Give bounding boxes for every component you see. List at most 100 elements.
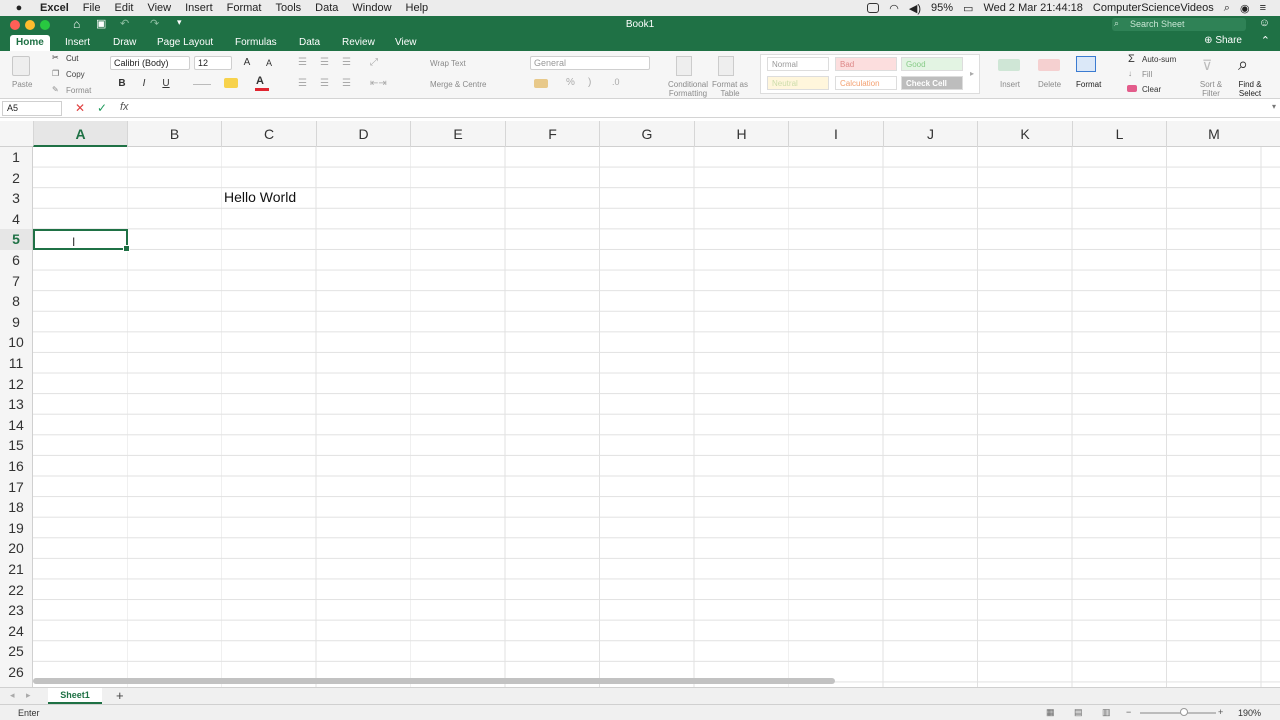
copy-icon[interactable]: ❐	[52, 69, 59, 78]
row-header[interactable]: 8	[0, 291, 32, 312]
next-sheet-icon[interactable]: ▸	[26, 690, 31, 701]
column-header-f[interactable]: F	[505, 121, 599, 147]
active-cell-a5[interactable]	[33, 229, 130, 252]
row-header[interactable]: 9	[0, 312, 32, 333]
column-header-b[interactable]: B	[127, 121, 221, 147]
style-neutral[interactable]: Neutral	[767, 76, 829, 90]
row-header[interactable]: 1	[0, 147, 32, 168]
tab-draw[interactable]: Draw	[107, 35, 142, 51]
column-header-a[interactable]: A	[33, 121, 127, 147]
insert-cells-button[interactable]: Insert	[1000, 80, 1020, 89]
sort-filter-button[interactable]: Sort & Filter	[1196, 80, 1226, 98]
number-format-dropdown[interactable]: General	[530, 56, 650, 70]
tab-page-layout[interactable]: Page Layout	[151, 35, 219, 51]
align-left-icon[interactable]: ☰	[298, 78, 307, 89]
merge-centre-button[interactable]: Merge & Centre	[430, 80, 486, 89]
column-header-g[interactable]: G	[599, 121, 694, 147]
row-header[interactable]: 4	[0, 209, 32, 230]
paste-icon[interactable]	[12, 56, 30, 76]
row-header[interactable]: 3	[0, 188, 32, 209]
row-header[interactable]: 14	[0, 415, 32, 436]
select-all-corner[interactable]	[0, 121, 33, 147]
format-cells-button[interactable]: Format	[1076, 80, 1101, 89]
cut-icon[interactable]: ✂	[52, 53, 59, 62]
decrease-font-button[interactable]: A	[262, 56, 276, 70]
tab-home[interactable]: Home	[10, 35, 50, 51]
volume-icon[interactable]: ◀)	[909, 2, 921, 15]
collapse-ribbon-icon[interactable]: ⌃	[1261, 34, 1270, 47]
fill-icon[interactable]: ↓	[1128, 69, 1132, 78]
menu-insert[interactable]: Insert	[185, 2, 213, 14]
copy-button[interactable]: Copy	[66, 70, 85, 79]
delete-cells-icon[interactable]	[1038, 59, 1060, 71]
sheet-tab-sheet1[interactable]: Sheet1	[48, 688, 102, 704]
add-sheet-button[interactable]: +	[116, 688, 124, 703]
confirm-entry-icon[interactable]: ✓	[97, 101, 107, 115]
column-header-j[interactable]: J	[883, 121, 977, 147]
row-header[interactable]: 18	[0, 497, 32, 518]
column-header-h[interactable]: H	[694, 121, 788, 147]
horizontal-scrollbar[interactable]	[33, 678, 835, 684]
share-button[interactable]: ⊕ Share	[1204, 35, 1242, 46]
row-header[interactable]: 26	[0, 662, 32, 683]
row-header[interactable]: 24	[0, 621, 32, 642]
conditional-formatting-button[interactable]: Conditional Formatting	[664, 80, 712, 98]
format-as-table-button[interactable]: Format as Table	[712, 80, 748, 98]
app-menu[interactable]: Excel	[40, 2, 69, 14]
conditional-formatting-icon[interactable]	[676, 56, 692, 76]
row-header[interactable]: 12	[0, 374, 32, 395]
column-header-c[interactable]: C	[221, 121, 316, 147]
indent-icon[interactable]: ⇤⇥	[370, 78, 387, 89]
format-table-icon[interactable]	[718, 56, 734, 76]
wifi-icon[interactable]: ◠	[889, 2, 899, 15]
font-color-icon[interactable]: A	[256, 75, 264, 87]
smiley-icon[interactable]: ☺	[1259, 17, 1270, 29]
fill-color-icon[interactable]	[224, 78, 238, 88]
zoom-in-icon[interactable]: +	[1218, 707, 1223, 717]
row-header[interactable]: 15	[0, 435, 32, 456]
orientation-icon[interactable]: ⤢	[370, 57, 378, 68]
page-layout-view-icon[interactable]: ▤	[1074, 707, 1083, 718]
format-painter-icon[interactable]: ✎	[52, 85, 59, 94]
align-top-icon[interactable]: ☰	[298, 57, 307, 68]
style-good[interactable]: Good	[901, 57, 963, 71]
row-header[interactable]: 25	[0, 641, 32, 662]
row-header[interactable]: 6	[0, 250, 32, 271]
currency-icon[interactable]	[534, 79, 548, 88]
row-header[interactable]: 19	[0, 518, 32, 539]
formula-input[interactable]	[140, 102, 1270, 115]
prev-sheet-icon[interactable]: ◂	[10, 690, 15, 701]
menu-file[interactable]: File	[83, 2, 101, 14]
autosum-button[interactable]: Auto-sum	[1142, 55, 1176, 64]
font-name-dropdown[interactable]: Calibri (Body)	[110, 56, 190, 70]
paste-button[interactable]: Paste	[12, 80, 32, 89]
autosum-icon[interactable]: Σ	[1128, 53, 1135, 65]
page-break-view-icon[interactable]: ▥	[1102, 707, 1111, 718]
increase-font-button[interactable]: A	[240, 56, 254, 70]
search-sheet-input[interactable]: Search Sheet	[1112, 18, 1246, 31]
find-select-button[interactable]: Find & Select	[1234, 80, 1266, 98]
cancel-entry-icon[interactable]: ✕	[75, 101, 85, 115]
wrap-text-button[interactable]: Wrap Text	[430, 59, 466, 68]
italic-button[interactable]: I	[137, 77, 151, 91]
align-middle-icon[interactable]: ☰	[320, 57, 329, 68]
normal-view-icon[interactable]: ▦	[1046, 707, 1055, 718]
row-header[interactable]: 21	[0, 559, 32, 580]
decimal-icon[interactable]: .0	[612, 77, 620, 87]
sort-filter-icon[interactable]: ⊽	[1202, 57, 1212, 74]
status-app-icon[interactable]	[867, 3, 880, 13]
tab-data[interactable]: Data	[293, 35, 326, 51]
battery-icon[interactable]: ▭	[963, 2, 973, 15]
menu-help[interactable]: Help	[406, 2, 429, 14]
siri-icon[interactable]: ◉	[1240, 2, 1250, 15]
menu-view[interactable]: View	[147, 2, 171, 14]
menu-edit[interactable]: Edit	[114, 2, 133, 14]
clear-icon[interactable]	[1127, 85, 1137, 92]
style-bad[interactable]: Bad	[835, 57, 897, 71]
cut-button[interactable]: Cut	[66, 54, 78, 63]
menu-data[interactable]: Data	[315, 2, 338, 14]
style-check-cell[interactable]: Check Cell	[901, 76, 963, 90]
styles-more-icon[interactable]: ▸	[970, 69, 974, 78]
row-header-selected[interactable]: 5	[0, 229, 32, 250]
tab-review[interactable]: Review	[336, 35, 381, 51]
